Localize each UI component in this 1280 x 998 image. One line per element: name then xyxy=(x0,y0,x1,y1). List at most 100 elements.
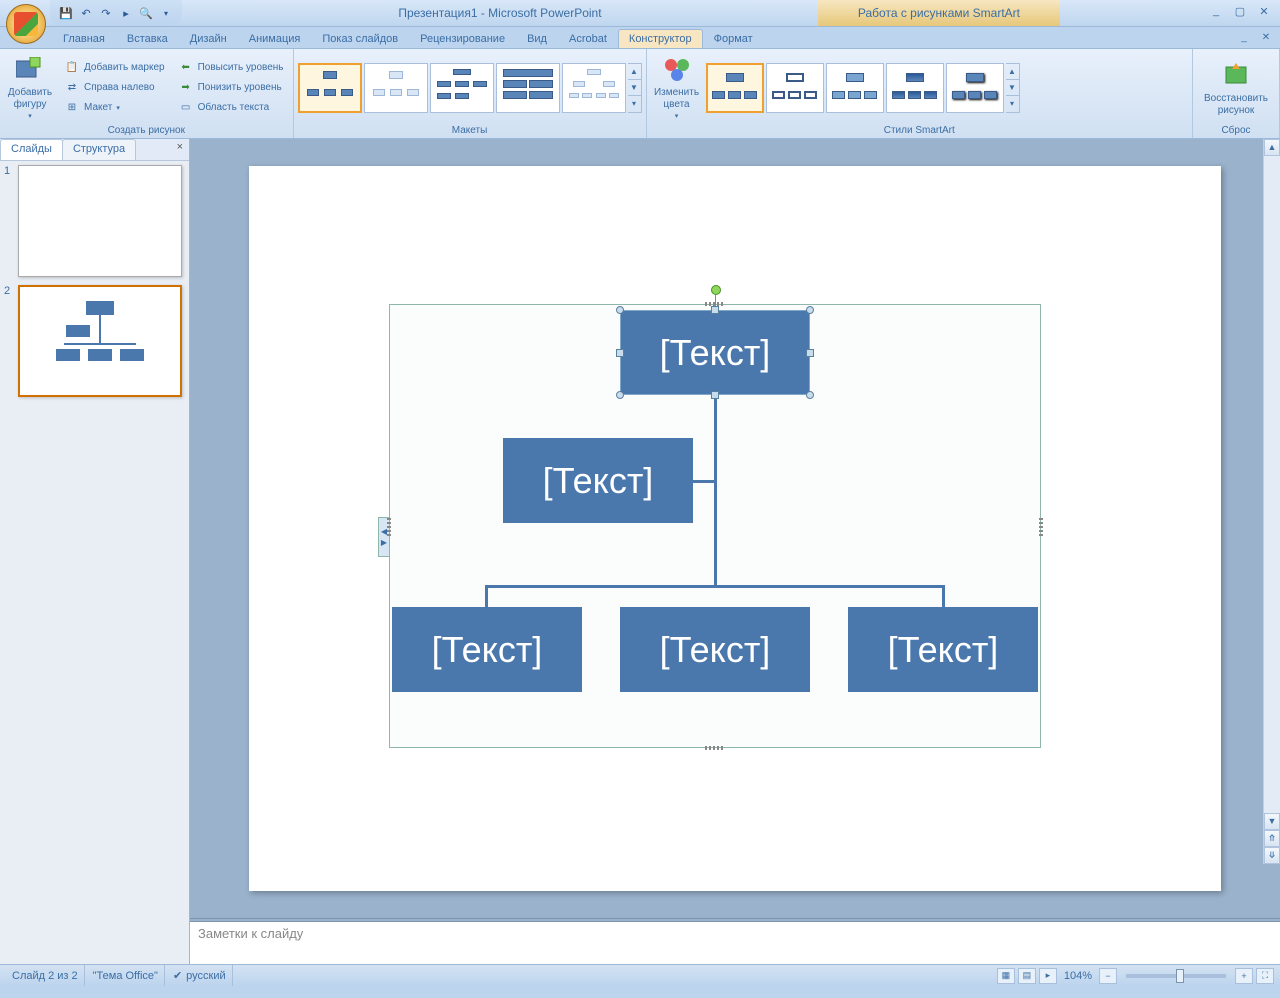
smartart-shape[interactable]: [Текст] xyxy=(848,607,1038,692)
layout-gallery-item[interactable] xyxy=(496,63,560,113)
promote-button[interactable]: ⬅ Повысить уровень xyxy=(173,58,289,78)
layout-gallery-scroll: ▲ ▼ ▾ xyxy=(628,63,642,113)
next-slide-icon[interactable]: ⤋ xyxy=(1264,847,1280,864)
status-lang[interactable]: ✔ русский xyxy=(167,965,233,986)
add-shape-button[interactable]: Добавить фигуру ▾ xyxy=(4,53,56,123)
layout-gallery-item[interactable] xyxy=(430,63,494,113)
tab-format[interactable]: Формат xyxy=(703,29,764,48)
demote-button[interactable]: ➡ Понизить уровень xyxy=(173,78,289,98)
tab-animations[interactable]: Анимация xyxy=(238,29,312,48)
smartart-shape[interactable]: [Текст] xyxy=(392,607,582,692)
slide-editor: ◀ ▶ [Текст] xyxy=(190,139,1280,964)
style-gallery-item[interactable] xyxy=(886,63,944,113)
slides-tab[interactable]: Слайды xyxy=(0,139,63,160)
style-gallery-item[interactable] xyxy=(826,63,884,113)
style-gallery-item[interactable] xyxy=(946,63,1004,113)
rotate-handle-icon[interactable] xyxy=(711,285,721,295)
gallery-down-icon[interactable]: ▼ xyxy=(1006,80,1019,96)
slide-thumbnail[interactable] xyxy=(18,285,182,397)
close-button[interactable]: ✕ xyxy=(1254,5,1274,21)
qat-dropdown-icon[interactable]: ▾ xyxy=(158,5,174,21)
layout-gallery-item[interactable] xyxy=(364,63,428,113)
print-preview-icon[interactable]: 🔍 xyxy=(138,5,154,21)
zoom-level[interactable]: 104% xyxy=(1064,970,1092,982)
layout-gallery-item[interactable] xyxy=(298,63,362,113)
context-tab-title: Работа с рисунками SmartArt xyxy=(818,0,1060,26)
tab-constructor[interactable]: Конструктор xyxy=(618,29,703,48)
add-bullet-button[interactable]: 📋 Добавить маркер xyxy=(59,58,170,78)
style-gallery-scroll: ▲ ▼ ▾ xyxy=(1006,63,1020,113)
zoom-slider[interactable] xyxy=(1126,974,1226,978)
tab-home[interactable]: Главная xyxy=(52,29,116,48)
gallery-up-icon[interactable]: ▲ xyxy=(628,64,641,80)
slide[interactable]: ◀ ▶ [Текст] xyxy=(249,166,1221,891)
doc-close-button[interactable]: ✕ xyxy=(1256,32,1276,48)
gallery-more-icon[interactable]: ▾ xyxy=(628,96,641,111)
zoom-in-button[interactable]: + xyxy=(1235,968,1253,984)
status-theme: "Тема Office" xyxy=(87,965,165,986)
panel-close-button[interactable]: × xyxy=(171,139,189,160)
style-gallery-item[interactable] xyxy=(706,63,764,113)
promote-icon: ⬅ xyxy=(178,60,194,76)
resize-handle[interactable] xyxy=(616,349,624,357)
office-button[interactable] xyxy=(6,4,46,44)
notes-pane[interactable]: Заметки к слайду xyxy=(190,922,1280,964)
reset-button[interactable]: Восстановить рисунок xyxy=(1197,53,1275,123)
layout-button[interactable]: ⊞ Макет ▾ xyxy=(59,98,170,118)
group-styles-label: Стили SmartArt xyxy=(651,124,1188,138)
smartart-shape[interactable]: [Текст] xyxy=(503,438,693,523)
smartart-frame[interactable]: ◀ ▶ [Текст] xyxy=(389,304,1041,748)
tab-acrobat[interactable]: Acrobat xyxy=(558,29,618,48)
text-pane-button[interactable]: ▭ Область текста xyxy=(173,98,289,118)
resize-handle[interactable] xyxy=(806,391,814,399)
redo-icon[interactable]: ↷ xyxy=(98,5,114,21)
vertical-scrollbar[interactable]: ▲ ▼ ⤊ ⤋ xyxy=(1263,139,1280,864)
gallery-up-icon[interactable]: ▲ xyxy=(1006,64,1019,80)
right-to-left-button[interactable]: ⇄ Справа налево xyxy=(59,78,170,98)
colors-icon xyxy=(661,54,693,86)
change-colors-button[interactable]: Изменить цвета ▾ xyxy=(651,53,703,123)
smartart-shape[interactable]: [Текст] xyxy=(620,607,810,692)
sorter-view-button[interactable]: ▤ xyxy=(1018,968,1036,984)
gallery-down-icon[interactable]: ▼ xyxy=(628,80,641,96)
resize-handle[interactable] xyxy=(616,306,624,314)
ribbon-group-styles: Изменить цвета ▾ xyxy=(647,49,1193,138)
normal-view-button[interactable]: ▦ xyxy=(997,968,1015,984)
slideshow-icon[interactable]: ▸ xyxy=(118,5,134,21)
doc-minimize-button[interactable]: _ xyxy=(1234,32,1254,48)
resize-handle[interactable] xyxy=(616,391,624,399)
resize-handle[interactable] xyxy=(711,306,719,314)
ribbon: Добавить фигуру ▾ 📋 Добавить маркер ⇄ Сп… xyxy=(0,49,1280,139)
spellcheck-icon: ✔ xyxy=(173,969,182,982)
resize-handle[interactable] xyxy=(711,391,719,399)
gallery-more-icon[interactable]: ▾ xyxy=(1006,96,1019,111)
zoom-out-button[interactable]: − xyxy=(1099,968,1117,984)
layout-gallery-item[interactable] xyxy=(562,63,626,113)
slide-thumbnail[interactable] xyxy=(18,165,182,277)
style-gallery-item[interactable] xyxy=(766,63,824,113)
textpane-icon: ▭ xyxy=(178,100,194,116)
tab-view[interactable]: Вид xyxy=(516,29,558,48)
tab-design[interactable]: Дизайн xyxy=(179,29,238,48)
restore-button[interactable]: ▢ xyxy=(1230,5,1250,21)
tab-insert[interactable]: Вставка xyxy=(116,29,179,48)
prev-slide-icon[interactable]: ⤊ xyxy=(1264,830,1280,847)
status-slide: Слайд 2 из 2 xyxy=(6,965,85,986)
layout-icon: ⊞ xyxy=(64,100,80,116)
resize-handle[interactable] xyxy=(806,349,814,357)
save-icon[interactable]: 💾 xyxy=(58,5,74,21)
scroll-down-icon[interactable]: ▼ xyxy=(1264,813,1280,830)
tab-slideshow[interactable]: Показ слайдов xyxy=(311,29,409,48)
slideshow-view-button[interactable]: ▸ xyxy=(1039,968,1057,984)
resize-handle[interactable] xyxy=(806,306,814,314)
smartart-shape[interactable]: [Текст] xyxy=(620,310,810,395)
add-shape-label: Добавить фигуру xyxy=(5,87,55,111)
ribbon-tabs: Главная Вставка Дизайн Анимация Показ сл… xyxy=(0,27,1280,49)
fit-to-window-button[interactable]: ⛶ xyxy=(1256,968,1274,984)
minimize-button[interactable]: _ xyxy=(1206,5,1226,21)
scroll-up-icon[interactable]: ▲ xyxy=(1264,139,1280,156)
tab-review[interactable]: Рецензирование xyxy=(409,29,516,48)
undo-icon[interactable]: ↶ xyxy=(78,5,94,21)
outline-tab[interactable]: Структура xyxy=(62,139,136,160)
ribbon-group-create: Добавить фигуру ▾ 📋 Добавить маркер ⇄ Сп… xyxy=(0,49,294,138)
